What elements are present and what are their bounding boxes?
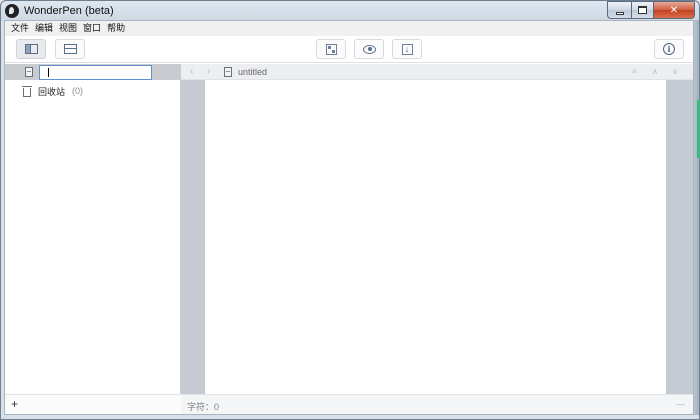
nav-forward-icon[interactable]: › — [207, 66, 210, 78]
toolbar: ↓ i — [5, 36, 693, 63]
menu-help[interactable]: 帮助 — [104, 21, 128, 36]
editor-text-area[interactable] — [205, 80, 666, 394]
close-icon: ✕ — [669, 4, 679, 16]
new-document-icon[interactable] — [25, 67, 33, 77]
maximize-icon — [638, 6, 647, 14]
info-button[interactable]: i — [654, 39, 684, 59]
editor-status-bar: 字符：0 — — [181, 394, 693, 414]
sidebar-footer: + — [5, 394, 181, 414]
document-icon — [224, 67, 232, 77]
split-view-button[interactable] — [55, 39, 85, 59]
expand-icon — [325, 43, 337, 55]
close-button[interactable]: ✕ — [653, 1, 695, 19]
eye-icon — [362, 44, 376, 54]
trash-icon — [22, 85, 32, 97]
chevron-down-icon[interactable]: ∨ — [672, 66, 678, 78]
info-icon: i — [663, 43, 675, 55]
client-area: 文件 编辑 视图 窗口 帮助 ↓ i 回收站 (0) + ‹ › untitle… — [4, 20, 694, 415]
toggle-sidebar-button[interactable] — [16, 39, 46, 59]
nav-back-icon[interactable]: ‹ — [190, 66, 193, 78]
download-icon: ↓ — [401, 43, 413, 55]
title-bar[interactable]: WonderPen (beta) ✕ — [1, 1, 699, 21]
menu-view[interactable]: 视图 — [56, 21, 80, 36]
window-controls: ✕ — [607, 1, 695, 19]
outline-icon[interactable]: ≡ — [632, 66, 637, 78]
character-count: 字符：0 — [187, 402, 220, 412]
editor-pane: ‹ › untitled ≡ ∧ ∨ 字符：0 — — [181, 64, 693, 414]
minimize-button[interactable] — [607, 1, 631, 19]
window-right-edge — [694, 20, 699, 415]
trash-label: 回收站 — [38, 86, 66, 97]
preview-button[interactable] — [354, 39, 384, 59]
sidebar-header — [5, 64, 180, 80]
status-indicator: — — [676, 399, 685, 409]
focus-mode-button[interactable] — [316, 39, 346, 59]
chevron-up-icon[interactable]: ∧ — [652, 66, 658, 78]
editor-header: ‹ › untitled ≡ ∧ ∨ — [181, 64, 693, 80]
search-input[interactable] — [39, 65, 152, 80]
menu-window[interactable]: 窗口 — [80, 21, 104, 36]
wonderpen-logo-icon — [5, 4, 19, 18]
document-title: untitled — [238, 67, 268, 77]
menu-file[interactable]: 文件 — [8, 21, 32, 36]
sidebar-item-trash[interactable]: 回收站 (0) — [22, 84, 84, 98]
add-button[interactable]: + — [11, 398, 18, 410]
maximize-button[interactable] — [631, 1, 653, 19]
export-button[interactable]: ↓ — [392, 39, 422, 59]
text-cursor — [48, 68, 49, 77]
sidebar-icon — [24, 44, 38, 54]
trash-count: (0) — [72, 86, 84, 96]
minimize-icon — [615, 11, 624, 15]
split-icon — [63, 44, 77, 54]
menu-edit[interactable]: 编辑 — [32, 21, 56, 36]
sidebar: 回收站 (0) + — [5, 64, 181, 414]
workspace: 回收站 (0) + ‹ › untitled ≡ ∧ ∨ 字符：0 — — [5, 64, 693, 414]
editor-gutter — [181, 80, 693, 394]
window-title: WonderPen (beta) — [24, 5, 114, 17]
menu-bar: 文件 编辑 视图 窗口 帮助 — [5, 21, 693, 36]
